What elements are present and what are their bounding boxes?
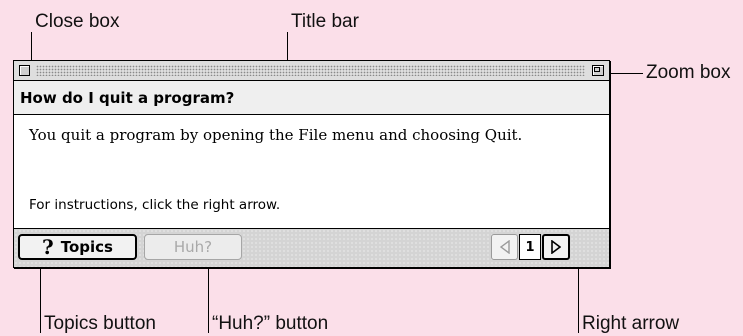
callout-topics-button: Topics button — [44, 313, 156, 334]
help-content: You quit a program by opening the File m… — [14, 115, 609, 230]
topics-button-label: Topics — [60, 238, 113, 256]
title-bar-stripes — [36, 65, 585, 76]
callout-huh-button: “Huh?” button — [212, 313, 329, 334]
help-answer: You quit a program by opening the File m… — [29, 126, 523, 144]
callout-title-bar: Title bar — [291, 11, 359, 32]
leader-line-huh-button — [208, 261, 209, 333]
leader-line-right-arrow — [578, 261, 579, 333]
right-arrow-icon — [551, 240, 561, 254]
right-arrow-button[interactable] — [542, 234, 570, 260]
leader-line-topics-button — [40, 261, 41, 333]
leader-line-zoom-box — [610, 73, 643, 74]
topics-button[interactable]: ? Topics — [18, 234, 137, 260]
huh-button-label: Huh? — [173, 238, 213, 256]
left-arrow-button[interactable] — [491, 234, 518, 260]
left-arrow-icon — [499, 240, 510, 254]
callout-close-box: Close box — [35, 11, 120, 32]
page-number: 1 — [519, 234, 541, 260]
question-mark-icon: ? — [42, 235, 54, 259]
navigation-bar: ? Topics Huh? 1 — [14, 228, 609, 267]
title-bar[interactable] — [14, 61, 609, 81]
help-instructions: For instructions, click the right arrow. — [29, 197, 281, 213]
help-window: How do I quit a program? You quit a prog… — [13, 60, 610, 268]
close-box[interactable] — [19, 65, 30, 76]
callout-right-arrow: Right arrow — [582, 313, 680, 334]
help-question: How do I quit a program? — [14, 81, 609, 115]
huh-button[interactable]: Huh? — [144, 234, 242, 260]
zoom-box[interactable] — [592, 65, 604, 76]
callout-zoom-box: Zoom box — [646, 62, 731, 83]
